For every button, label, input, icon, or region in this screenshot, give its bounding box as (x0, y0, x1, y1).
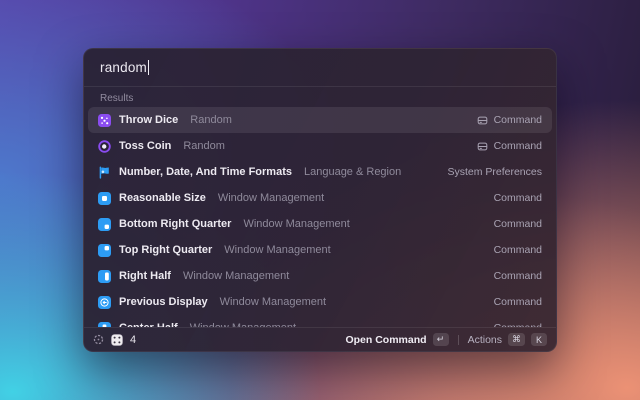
item-subtitle: Language & Region (303, 166, 402, 178)
list-item-number-date-time-formats[interactable]: Number, Date, And Time Formats Language … (88, 159, 552, 185)
list-item-bottom-right-quarter[interactable]: Bottom Right Quarter Window Management C… (88, 211, 552, 237)
open-command-button[interactable]: Open Command ↵ (345, 333, 449, 346)
list-item-top-right-quarter[interactable]: Top Right Quarter Window Management Comm… (88, 237, 552, 263)
die-icon (111, 333, 123, 346)
item-accessory: Command (493, 244, 542, 256)
item-accessory: Command (493, 192, 542, 204)
list-item-center-half[interactable]: Center Half Window Management Command (88, 315, 552, 327)
item-title: Throw Dice (119, 114, 179, 126)
footer-separator (457, 334, 459, 345)
search-query-text: random (100, 60, 147, 75)
cmd-key-badge: ⌘ (508, 333, 525, 346)
item-accessory: Command (493, 218, 542, 230)
item-title: Number, Date, And Time Formats (119, 166, 292, 178)
dice-result-count: 4 (130, 333, 137, 346)
footer: 4 Open Command ↵ Actions ⌘ K (84, 327, 556, 351)
item-accessory: Command (493, 296, 542, 308)
coin-icon (98, 139, 111, 153)
item-title: Top Right Quarter (119, 244, 213, 256)
window-top-right-icon (98, 243, 111, 257)
list-item-previous-display[interactable]: Previous Display Window Management Comma… (88, 289, 552, 315)
window-center-square-icon (98, 191, 111, 205)
enter-key-badge: ↵ (432, 333, 449, 346)
dice-icon (98, 113, 111, 127)
results-list: Throw Dice Random Command Toss Coin Rand… (84, 107, 556, 327)
item-subtitle: Window Management (224, 244, 331, 256)
window-bottom-right-icon (98, 217, 111, 231)
item-subtitle: Window Management (182, 270, 290, 282)
item-title: Previous Display (119, 296, 208, 308)
list-item-right-half[interactable]: Right Half Window Management Command (88, 263, 552, 289)
item-subtitle: Random (183, 140, 225, 152)
item-accessory: Command (477, 140, 542, 152)
results-section-header: Results (100, 93, 134, 104)
item-title: Toss Coin (119, 140, 172, 152)
footer-status: 4 (93, 334, 136, 346)
item-subtitle: Window Management (243, 218, 350, 230)
item-title: Reasonable Size (119, 192, 206, 204)
item-accessory: Command (493, 270, 542, 282)
actions-button[interactable]: Actions ⌘ K (468, 333, 547, 346)
arrow-left-display-icon (98, 295, 111, 309)
item-subtitle: Window Management (219, 296, 327, 308)
item-title: Bottom Right Quarter (119, 218, 232, 230)
item-accessory: System Preferences (447, 166, 542, 178)
item-title: Right Half (119, 270, 171, 282)
item-subtitle: Window Management (217, 192, 325, 204)
list-item-reasonable-size[interactable]: Reasonable Size Window Management Comman… (88, 185, 552, 211)
list-item-toss-coin[interactable]: Toss Coin Random Command (88, 133, 552, 159)
raycast-command-palette: random Results Throw Dice Random Command… (83, 48, 557, 352)
item-accessory: Command (477, 114, 542, 126)
flag-icon (98, 166, 111, 179)
list-item-throw-dice[interactable]: Throw Dice Random Command (88, 107, 552, 133)
command-device-icon (477, 116, 487, 124)
k-key-badge: K (531, 333, 547, 346)
command-device-icon (477, 142, 487, 150)
search-input[interactable]: random (84, 49, 556, 86)
text-caret (147, 60, 150, 75)
window-right-half-icon (98, 269, 111, 283)
spinner-ring-icon (93, 334, 104, 345)
item-subtitle: Random (190, 114, 232, 126)
